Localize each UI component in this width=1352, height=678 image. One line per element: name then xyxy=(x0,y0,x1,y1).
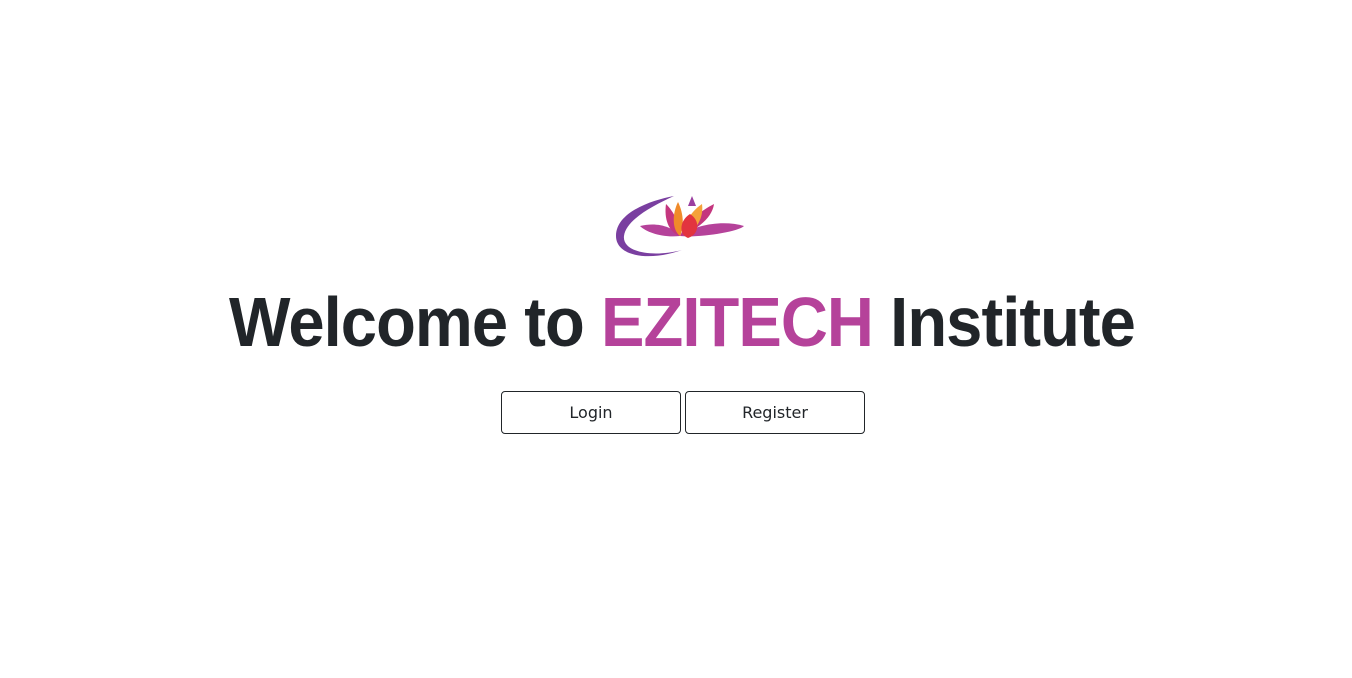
lotus-logo-icon xyxy=(612,190,748,264)
title-prefix: Welcome to xyxy=(229,283,585,361)
auth-actions: Login Register xyxy=(501,391,865,434)
register-button[interactable]: Register xyxy=(685,391,865,434)
title-suffix: Institute xyxy=(890,283,1136,361)
page-title: Welcome to EZITECH Institute xyxy=(48,280,1317,364)
login-button[interactable]: Login xyxy=(501,391,681,434)
welcome-page: Welcome to EZITECH Institute Login Regis… xyxy=(0,0,1352,678)
brand-name: EZITECH xyxy=(601,283,874,361)
